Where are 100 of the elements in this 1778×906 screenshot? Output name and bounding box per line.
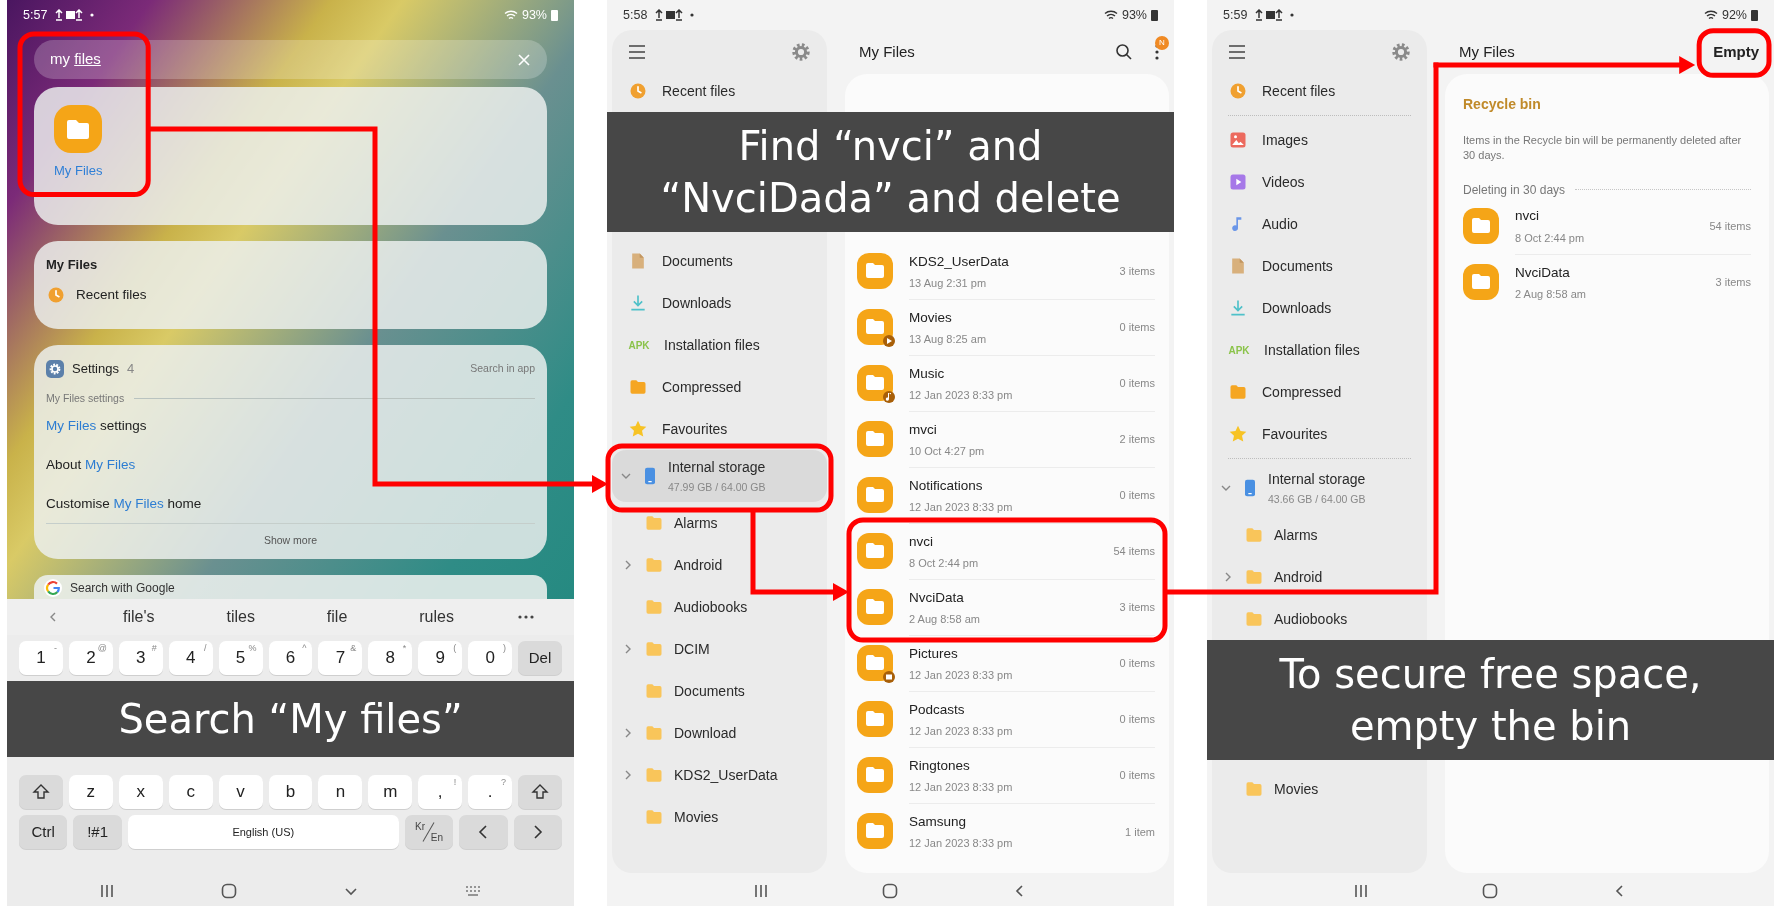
word-suggestion[interactable]: tiles [218,605,263,629]
keyboard-key[interactable]: 7 & [318,641,363,675]
shift-key[interactable] [19,775,63,809]
keyboard-key[interactable]: n [318,775,363,809]
word-suggestion[interactable]: file [318,605,356,629]
sidebar-item[interactable]: APK Installation files [612,324,827,366]
keyboard-key[interactable]: v [218,775,263,809]
sidebar-item[interactable]: Audio [1212,203,1427,245]
recent-apps-icon[interactable] [100,883,115,898]
sidebar-item[interactable]: Videos [1212,161,1427,203]
sidebar-item[interactable]: Download [612,712,827,754]
keyboard-key[interactable]: 5 % [218,641,263,675]
word-suggestion[interactable]: file's [114,605,163,629]
file-name[interactable]: NvciData [1515,262,1586,284]
keyboard-key[interactable]: c [168,775,213,809]
settings-icon[interactable] [1391,42,1411,62]
sidebar-item[interactable]: Audiobooks [1212,598,1427,640]
keyboard-key[interactable]: Del [518,641,562,675]
sidebar-item[interactable]: Audiobooks [612,586,827,628]
keyboard-key[interactable]: 1 - [19,641,63,675]
sidebar-item[interactable]: APK Installation files [1212,329,1427,371]
chevron-right-icon [531,824,544,840]
keyboard-key[interactable]: 9 ( [418,641,463,675]
show-more-button[interactable]: Show more [46,523,535,559]
keyboard-key[interactable]: 2@ [68,641,113,675]
word-suggestion[interactable]: rules [411,605,462,629]
keyboard-key[interactable]: x [118,775,163,809]
sidebar-item[interactable]: Documents [612,670,827,712]
file-name[interactable]: NvciData [909,587,980,608]
sidebar-item[interactable]: Alarms [612,502,827,544]
keyboard-key[interactable]: !#1 [73,815,122,849]
sidebar-item[interactable]: Recent files [1212,70,1427,112]
sidebar-item[interactable]: Android [612,544,827,586]
settings-result[interactable]: My Files settings [46,406,535,446]
folder-icon [1463,263,1501,302]
recent-apps-icon[interactable] [754,883,769,898]
sidebar-item[interactable]: KDS2_UserData [612,754,827,796]
file-name[interactable]: Samsung [909,812,1013,833]
sidebar-item[interactable]: Alarms [1212,514,1427,556]
web-search-bar[interactable]: Search with Google [34,575,547,599]
menu-icon[interactable] [628,45,646,59]
settings-result[interactable]: About My Files [46,445,535,485]
keyboard-key[interactable]: . ? [468,775,513,809]
apk-icon: APK [1228,342,1250,358]
sidebar-item[interactable]: Downloads [1212,287,1427,329]
sidebar-item[interactable]: Favourites [1212,413,1427,455]
more-icon[interactable] [517,615,534,619]
file-name[interactable]: mvci [909,419,985,440]
keyboard-key[interactable]: m [368,775,413,809]
keyboard-icon[interactable] [464,884,481,897]
home-icon[interactable] [882,882,899,899]
settings-result[interactable]: Customise My Files home [46,484,535,524]
file-name[interactable]: Notifications [909,475,1013,496]
cursor-left-key[interactable] [459,815,508,849]
menu-icon[interactable] [1228,45,1246,59]
sidebar-item[interactable]: Images [1212,119,1427,161]
file-name[interactable]: Movies [909,307,987,328]
keyboard-key[interactable]: , ! [418,775,463,809]
keyboard-key[interactable]: 8 * [368,641,413,675]
cursor-right-key[interactable] [513,815,562,849]
sidebar-item[interactable]: Favourites [612,408,827,450]
sidebar-item[interactable]: Android [1212,556,1427,598]
keyboard-key[interactable]: 0 ) [468,641,513,675]
file-name[interactable]: nvci [1515,206,1585,227]
sidebar-item[interactable]: Movies [612,796,827,838]
sidebar-item[interactable]: Compressed [1212,371,1427,413]
sidebar-item[interactable]: Movies [1212,768,1427,810]
file-name[interactable]: Ringtones [909,755,1013,776]
keyboard-key[interactable]: b [268,775,313,809]
sidebar-item[interactable]: Recent files [612,70,827,112]
sidebar-item[interactable]: Documents [612,240,827,282]
sidebar-item[interactable]: Internal storage 47.99 GB / 64.00 GB [612,450,827,502]
space-bar[interactable]: English (US) [127,815,399,849]
file-name[interactable]: nvci [909,531,979,552]
home-icon[interactable] [221,882,238,899]
home-icon[interactable] [1482,882,1499,899]
empty-button[interactable]: Empty [1707,36,1765,68]
file-name[interactable]: KDS2_UserData [909,251,1009,272]
sidebar-item[interactable]: Internal storage 43.66 GB / 64.00 GB [1212,462,1427,514]
file-name[interactable]: Music [909,363,1013,384]
file-name[interactable]: Pictures [909,643,1013,664]
result-item[interactable]: Recent files [46,284,535,305]
file-name[interactable]: Podcasts [909,699,1013,720]
keyboard-key[interactable]: 4 / [168,641,213,675]
sidebar-item[interactable]: Compressed [612,366,827,408]
sidebar-item[interactable]: DCIM [612,628,827,670]
folder-icon [1244,609,1264,629]
recent-apps-icon[interactable] [1354,883,1369,898]
settings-icon[interactable] [791,42,811,62]
search-field[interactable]: my files [34,40,547,79]
sidebar-item[interactable]: Downloads [612,282,827,324]
close-icon[interactable] [517,52,531,67]
keyboard-key[interactable]: 6 ^ [268,641,313,675]
language-key[interactable]: Kr En [404,815,454,849]
keyboard-key[interactable]: 3 # [118,641,163,675]
shift-key[interactable] [518,775,562,809]
search-icon[interactable] [1115,43,1133,61]
sidebar-item[interactable]: Documents [1212,245,1427,287]
keyboard-key[interactable]: Ctrl [19,815,68,849]
keyboard-key[interactable]: z [68,775,113,809]
